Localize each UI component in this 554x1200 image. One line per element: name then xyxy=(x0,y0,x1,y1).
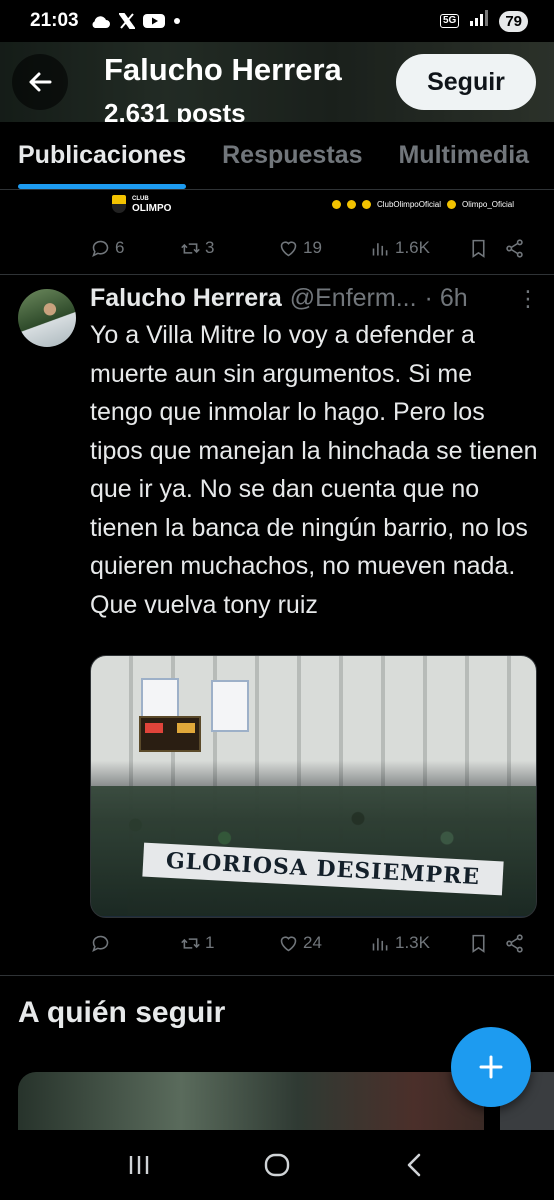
heart-icon xyxy=(280,240,297,256)
x-small-icon xyxy=(446,199,456,209)
views-icon xyxy=(372,242,388,255)
logo-name-text: OLIMPO xyxy=(132,203,172,214)
suggested-account-card[interactable] xyxy=(18,1072,484,1132)
youtube-icon xyxy=(142,13,165,29)
profile-name: Falucho Herrera xyxy=(104,52,342,87)
bookmark-button[interactable] xyxy=(468,933,504,954)
back-chevron-icon xyxy=(407,1153,421,1177)
views-button[interactable]: 1.3K xyxy=(370,933,468,954)
heart-icon xyxy=(280,935,297,951)
signal-icon xyxy=(469,9,489,33)
network-type-badge: 5G xyxy=(439,14,460,28)
plus-icon xyxy=(479,1055,503,1079)
views-count: 1.3K xyxy=(395,933,430,952)
cloud-icon xyxy=(89,13,111,29)
reply-button[interactable]: 6 xyxy=(90,238,180,259)
reply-icon xyxy=(92,935,109,952)
prev-tweet-media[interactable]: CLUB OLIMPO ClubOlimpoOficial Olimpo_Ofi… xyxy=(90,190,536,218)
like-count: 24 xyxy=(303,933,322,952)
repost-button[interactable]: 1 xyxy=(180,933,278,954)
scoreboard xyxy=(139,716,201,752)
home-button[interactable] xyxy=(257,1145,297,1185)
social-handle-a: ClubOlimpoOficial xyxy=(376,199,441,209)
club-olimpo-logo: CLUB OLIMPO xyxy=(112,195,172,214)
instagram-icon xyxy=(346,199,356,209)
share-icon xyxy=(506,238,523,258)
reply-count: 6 xyxy=(115,238,125,257)
reply-button[interactable] xyxy=(90,933,180,954)
tweet-header: Falucho Herrera @Enferm... · 6h ⋮ xyxy=(90,284,540,313)
reply-icon xyxy=(92,240,109,257)
status-bar: 21:03 5G 79 xyxy=(0,0,554,42)
recent-apps-button[interactable] xyxy=(119,1145,159,1185)
repost-icon xyxy=(181,937,200,949)
tweet-author-name[interactable]: Falucho Herrera xyxy=(90,284,282,313)
battery-indicator: 79 xyxy=(499,10,528,32)
section-divider xyxy=(0,975,554,976)
olimpo-shield-icon xyxy=(112,195,126,213)
repost-count: 1 xyxy=(205,933,215,952)
tweet-divider xyxy=(0,274,554,275)
like-button[interactable]: 19 xyxy=(278,238,370,259)
bookmark-icon xyxy=(472,239,485,258)
back-button[interactable] xyxy=(12,54,68,110)
repost-count: 3 xyxy=(205,238,215,257)
facebook-icon xyxy=(331,199,341,209)
avatar[interactable] xyxy=(18,289,76,347)
repost-button[interactable]: 3 xyxy=(180,238,278,259)
back-nav-button[interactable] xyxy=(395,1145,435,1185)
status-time: 21:03 xyxy=(30,10,79,31)
share-button[interactable] xyxy=(504,933,525,954)
recent-apps-icon xyxy=(129,1156,149,1174)
bookmark-button[interactable] xyxy=(468,238,504,259)
more-options-icon[interactable]: ⋮ xyxy=(517,286,540,312)
follow-button[interactable]: Seguir xyxy=(396,54,536,110)
prev-tweet-actions: 6 3 19 1.6K xyxy=(90,233,530,263)
tweet-actions: 1 24 1.3K xyxy=(90,928,530,958)
tab-publicaciones[interactable]: Publicaciones xyxy=(0,122,204,189)
tweet-image[interactable]: GLORIOSA DESIEMPRE xyxy=(90,655,537,918)
views-icon xyxy=(372,937,388,950)
tweet-timestamp: · 6h xyxy=(424,284,468,312)
tab-multimedia[interactable]: Multimedia xyxy=(380,122,547,189)
tab-respuestas[interactable]: Respuestas xyxy=(204,122,380,189)
social-handle-b: Olimpo_Oficial xyxy=(461,199,514,209)
profile-tabs: Publicaciones Respuestas Multimedia xyxy=(0,122,554,190)
system-nav-bar xyxy=(0,1130,554,1200)
x-logo-icon xyxy=(118,13,135,29)
bookmark-icon xyxy=(472,934,485,953)
share-icon xyxy=(506,933,523,953)
youtube-small-icon xyxy=(361,199,371,209)
views-button[interactable]: 1.6K xyxy=(370,238,468,259)
who-to-follow-title: A quién seguir xyxy=(18,996,226,1029)
jersey-banner-right xyxy=(211,680,249,732)
posts-count: 2.631 posts xyxy=(104,98,246,122)
share-button[interactable] xyxy=(504,238,525,259)
like-count: 19 xyxy=(303,238,322,257)
views-count: 1.6K xyxy=(395,238,430,257)
compose-button[interactable] xyxy=(451,1027,531,1107)
social-handles: ClubOlimpoOficial Olimpo_Oficial xyxy=(331,199,514,209)
arrow-left-icon xyxy=(29,72,52,92)
profile-header: Falucho Herrera 2.631 posts Seguir xyxy=(0,42,554,122)
repost-icon xyxy=(181,242,200,254)
tweet-text: Yo a Villa Mitre lo voy a defender a mue… xyxy=(90,321,538,619)
notification-dot-icon xyxy=(173,17,181,25)
like-button[interactable]: 24 xyxy=(278,933,370,954)
home-icon xyxy=(264,1153,290,1177)
tweet-author-handle[interactable]: @Enferm... xyxy=(290,284,417,313)
